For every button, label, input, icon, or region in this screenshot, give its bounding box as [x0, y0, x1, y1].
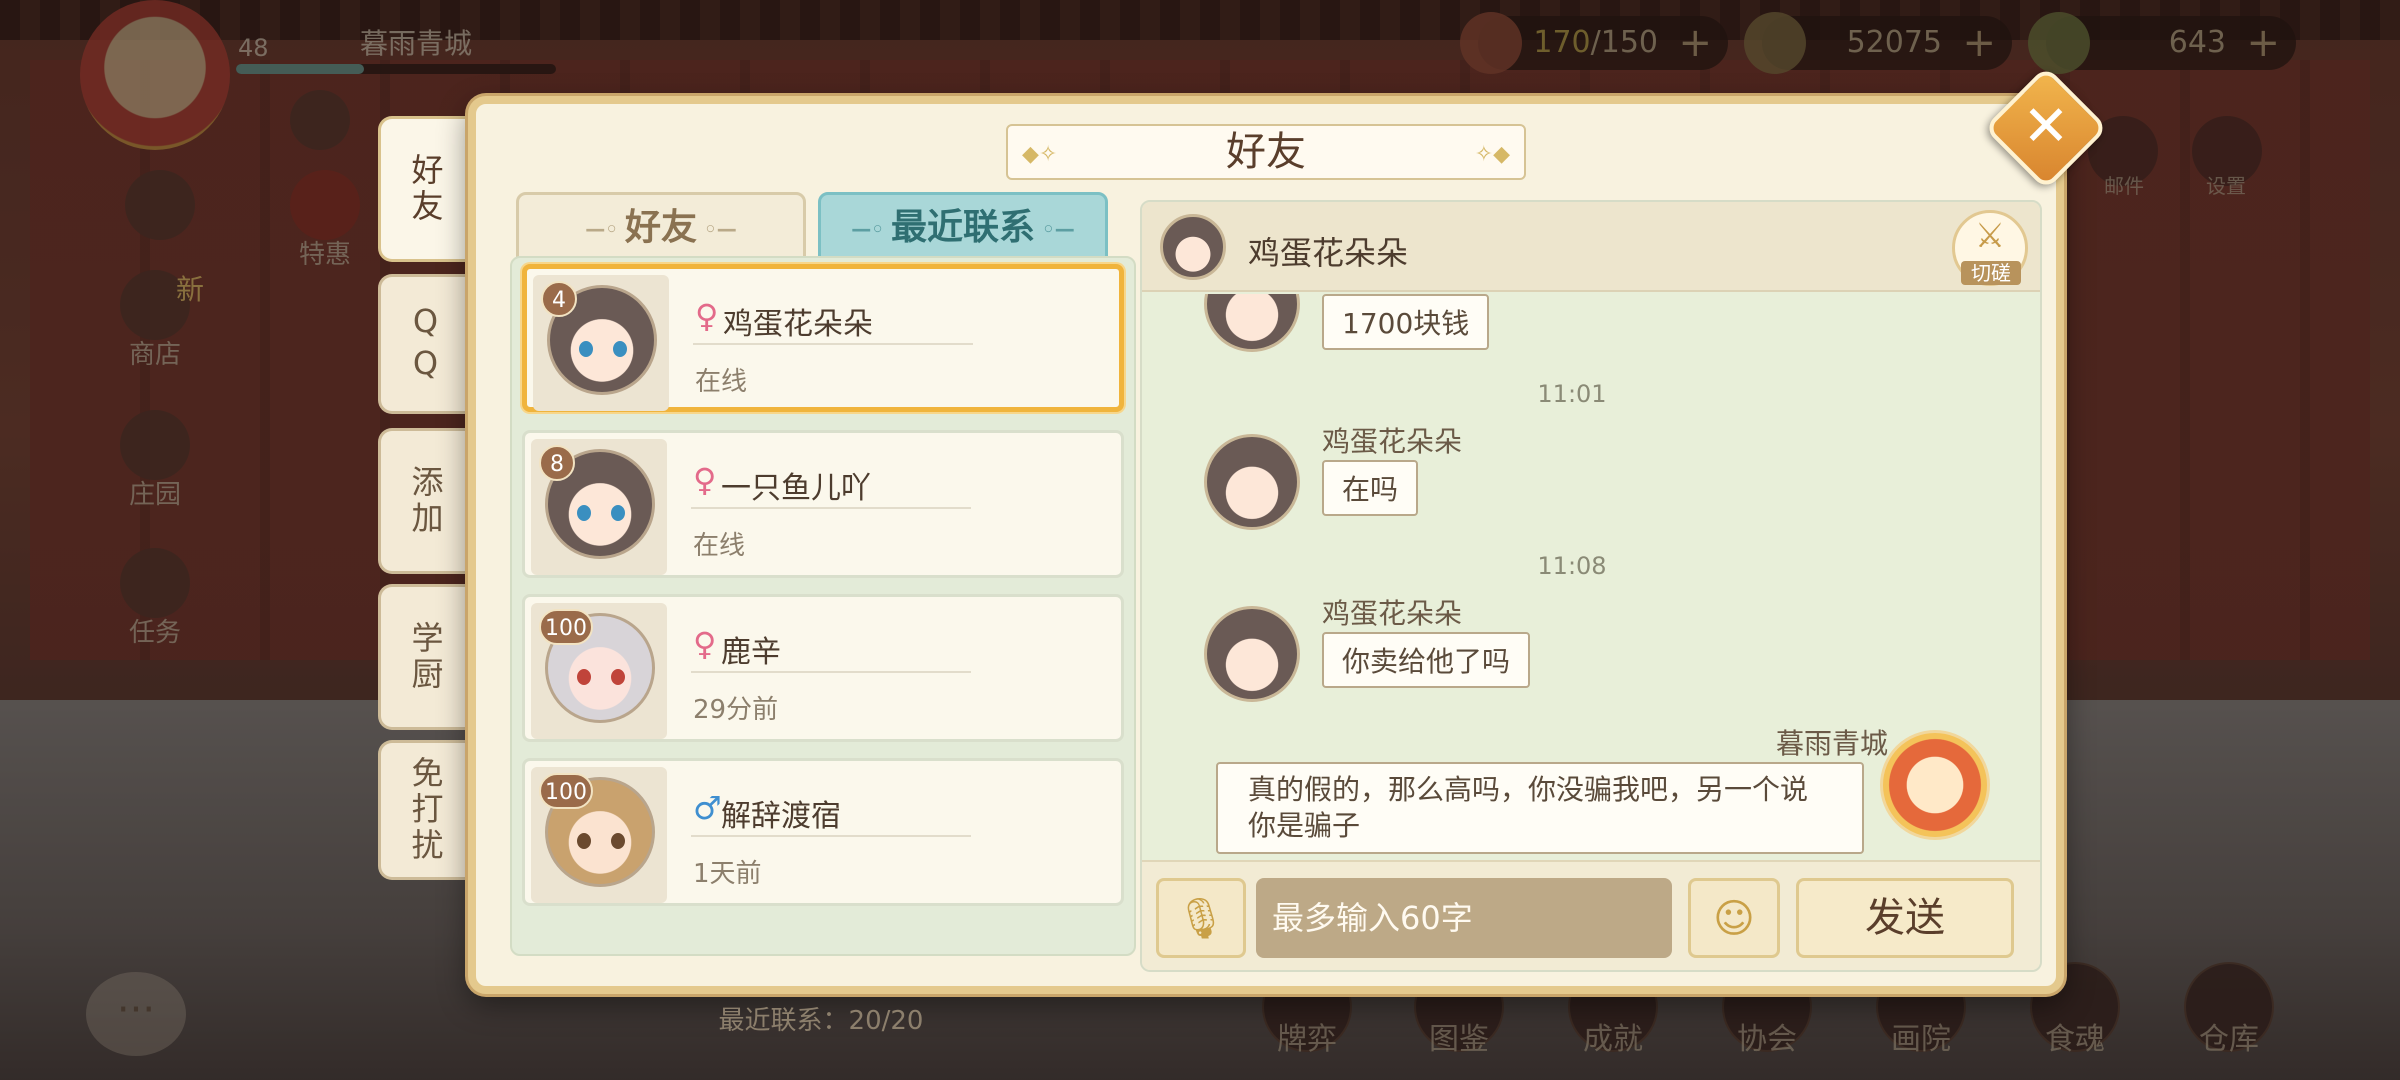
friend-name: 鹿辛: [721, 635, 781, 670]
chat-partner-name: 鸡蛋花朵朵: [1248, 234, 1409, 272]
dash-ornament-icon: ◦—: [697, 217, 737, 241]
my-name: 暮雨青城: [1775, 727, 1888, 760]
message-sender: 鸡蛋花朵朵: [1322, 597, 1463, 630]
close-icon: ✕: [2022, 94, 2070, 159]
chat-input[interactable]: [1256, 878, 1672, 958]
divider: [691, 835, 971, 837]
microphone-icon[interactable]: 🎙: [1156, 878, 1246, 958]
dash-ornament-icon: —◦: [585, 217, 625, 241]
divider: [691, 507, 971, 509]
dash-ornament-icon: ◦—: [1035, 217, 1075, 241]
friend-level-badge: 8: [539, 445, 575, 481]
divider: [693, 343, 973, 345]
segment-recent-label: 最近联系: [890, 207, 1035, 248]
duel-button[interactable]: ⚔ 切磋: [1952, 210, 2028, 286]
send-button[interactable]: 发送: [1796, 878, 2014, 958]
my-message-bubble: 真的假的，那么高吗，你没骗我吧，另一个说你是骗子: [1216, 762, 1864, 854]
friend-level-badge: 4: [541, 281, 577, 317]
recent-contacts-count: 最近联系：20/20: [718, 1006, 924, 1036]
tab-friends[interactable]: 好友: [378, 116, 470, 262]
chat-header: 鸡蛋花朵朵 ⚔ 切磋: [1142, 202, 2040, 292]
tab-qq[interactable]: QQ: [378, 274, 470, 414]
segment-friends-label: 好友: [624, 207, 697, 248]
message-bubble: 在吗: [1322, 460, 1419, 516]
friend-level-badge: 100: [539, 773, 593, 809]
message-bubble: 你卖给他了吗: [1322, 632, 1531, 688]
dash-ornament-icon: —◦: [851, 217, 891, 241]
emoji-cat-icon[interactable]: ☺: [1688, 878, 1780, 958]
message-list[interactable]: 1700块钱 11:01 鸡蛋花朵朵 在吗 11:08 鸡蛋花朵朵 你卖给他了吗…: [1142, 294, 2040, 854]
friends-dialog: ◆✧ 好友 ✧◆ —◦ 好友 ◦— —◦ 最近联系 ◦— 4 ♀ 鸡蛋花朵朵 在…: [468, 96, 2064, 1036]
dialog-title-plate: ◆✧ 好友 ✧◆: [1006, 124, 1526, 180]
crossed-swords-icon: ⚔: [1974, 216, 2006, 256]
female-icon: ♀: [693, 461, 717, 499]
friend-status: 在线: [695, 367, 748, 397]
my-avatar: [1880, 730, 1990, 840]
divider: [691, 671, 971, 673]
friend-name: 解辞渡宿: [721, 799, 841, 834]
tab-do-not-disturb[interactable]: 免打扰: [378, 740, 470, 880]
message-avatar: [1204, 606, 1300, 702]
chat-input-row: 🎙 ☺ 发送: [1142, 860, 2040, 970]
male-icon: ♂: [693, 789, 722, 827]
message-bubble: 1700块钱: [1322, 294, 1490, 350]
message-time: 11:08: [1537, 552, 1607, 580]
friend-list[interactable]: 4 ♀ 鸡蛋花朵朵 在线 8 ♀ 一只鱼儿吖 在线 100 ♀ 鹿辛 29分前 …: [510, 256, 1136, 956]
friend-level-badge: 100: [539, 609, 593, 645]
dialog-title: 好友: [1226, 129, 1306, 175]
segment-recent[interactable]: —◦ 最近联系 ◦—: [818, 192, 1108, 260]
duel-label: 切磋: [1961, 261, 2021, 285]
friend-status: 29分前: [693, 695, 779, 725]
chat-partner-avatar[interactable]: [1160, 214, 1226, 280]
segment-friends[interactable]: —◦ 好友 ◦—: [516, 192, 806, 260]
friend-list-item[interactable]: 4 ♀ 鸡蛋花朵朵 在线: [522, 264, 1124, 412]
tab-add[interactable]: 添加: [378, 428, 470, 574]
friend-list-item[interactable]: 8 ♀ 一只鱼儿吖 在线: [522, 430, 1124, 578]
ornament-icon: ◆✧: [1022, 142, 1058, 167]
friend-list-item[interactable]: 100 ♂ 解辞渡宿 1天前: [522, 758, 1124, 906]
message-time: 11:01: [1537, 380, 1607, 408]
friend-status: 1天前: [693, 859, 762, 889]
message-sender: 鸡蛋花朵朵: [1322, 425, 1463, 458]
ornament-icon: ✧◆: [1474, 142, 1510, 167]
friend-list-pane: —◦ 好友 ◦— —◦ 最近联系 ◦— 4 ♀ 鸡蛋花朵朵 在线 8 ♀ 一只鱼…: [496, 192, 1136, 1036]
female-icon: ♀: [693, 625, 717, 663]
friend-name: 一只鱼儿吖: [721, 471, 871, 506]
message-avatar: [1204, 434, 1300, 530]
message-avatar: [1204, 294, 1300, 352]
friend-list-item[interactable]: 100 ♀ 鹿辛 29分前: [522, 594, 1124, 742]
tab-learn-cooking[interactable]: 学厨: [378, 584, 470, 730]
friend-name: 鸡蛋花朵朵: [723, 307, 873, 342]
friend-status: 在线: [693, 531, 746, 561]
female-icon: ♀: [695, 297, 719, 335]
chat-pane: 鸡蛋花朵朵 ⚔ 切磋 1700块钱 11:01 鸡蛋花朵朵 在吗 11:08 鸡…: [1140, 200, 2042, 972]
